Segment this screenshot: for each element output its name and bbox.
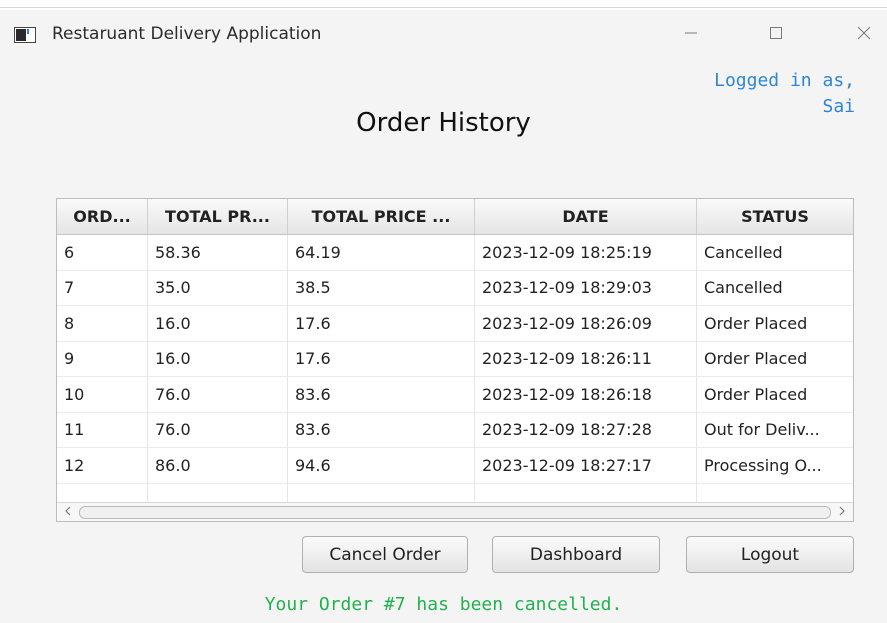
cell-total-price: 35.0	[148, 270, 288, 305]
cell-status: Order Placed	[704, 313, 808, 333]
cell-total-price-with-tax: 83.6	[288, 377, 475, 412]
window-title: Restaruant Delivery Application	[52, 24, 322, 44]
maximize-icon	[768, 25, 784, 45]
cell-status: Cancelled	[704, 242, 783, 262]
top-rule	[0, 7, 887, 8]
order-history-table: ORD... TOTAL PR... TOTAL PRICE ... DATE …	[56, 198, 854, 522]
horizontal-scrollbar[interactable]	[57, 502, 853, 521]
column-header-total-price-with-tax[interactable]: TOTAL PRICE ...	[288, 199, 475, 234]
cell-total-price: 76.0	[148, 412, 288, 447]
table-row[interactable]: 7 35.0 38.5 2023-12-09 18:29:03 Cancelle…	[57, 270, 853, 306]
cell-order-id: 6	[57, 235, 148, 270]
minimize-icon	[683, 25, 699, 45]
status-message: Your Order #7 has been cancelled.	[264, 594, 623, 615]
chevron-right-icon	[838, 505, 846, 519]
top-edge	[0, 0, 887, 10]
column-header-order-id[interactable]: ORD...	[57, 199, 148, 234]
table-header: ORD... TOTAL PR... TOTAL PRICE ... DATE …	[57, 199, 853, 235]
cell-total-price-with-tax: 38.5	[288, 270, 475, 305]
cell-date: 2023-12-09 18:27:28	[475, 412, 697, 447]
cell-date: 2023-12-09 18:29:03	[475, 270, 697, 305]
cell-total-price-with-tax: 17.6	[288, 341, 475, 376]
cell-status: Processing O...	[704, 455, 822, 475]
cell-status: Cancelled	[704, 278, 783, 298]
minimize-button[interactable]	[668, 20, 714, 50]
table-row[interactable]: 6 58.36 64.19 2023-12-09 18:25:19 Cancel…	[57, 235, 853, 271]
cell-total-price-with-tax: 94.6	[288, 448, 475, 483]
dashboard-button[interactable]: Dashboard	[492, 536, 660, 573]
cell-total-price-with-tax: 17.6	[288, 306, 475, 341]
cell-order-id: 9	[57, 341, 148, 376]
cell-total-price: 86.0	[148, 448, 288, 483]
cancel-order-button[interactable]: Cancel Order	[302, 536, 468, 573]
cell-date: 2023-12-09 18:25:19	[475, 235, 697, 270]
table-row[interactable]: 12 86.0 94.6 2023-12-09 18:27:17 Process…	[57, 448, 853, 484]
chevron-left-icon	[64, 505, 72, 519]
maximize-button[interactable]	[753, 20, 799, 50]
cell-order-id: 7	[57, 270, 148, 305]
cell-order-id: 10	[57, 377, 148, 412]
scroll-right-button[interactable]	[833, 504, 851, 520]
cell-total-price-with-tax: 64.19	[288, 235, 475, 270]
cell-order-id: 8	[57, 306, 148, 341]
scrollbar-thumb[interactable]	[79, 506, 831, 519]
column-header-date[interactable]: DATE	[475, 199, 697, 234]
table-row[interactable]: 10 76.0 83.6 2023-12-09 18:26:18 Order P…	[57, 377, 853, 413]
table-row[interactable]: 11 76.0 83.6 2023-12-09 18:27:28 Out for…	[57, 412, 853, 448]
cell-date: 2023-12-09 18:26:11	[475, 341, 697, 376]
column-header-total-price[interactable]: TOTAL PR...	[148, 199, 288, 234]
cell-status: Out for Deliv...	[704, 420, 820, 440]
login-label: Logged in as,	[714, 70, 855, 91]
scroll-left-button[interactable]	[59, 504, 77, 520]
table-row[interactable]: 8 16.0 17.6 2023-12-09 18:26:09 Order Pl…	[57, 306, 853, 342]
logout-button[interactable]: Logout	[686, 536, 854, 573]
cell-date: 2023-12-09 18:26:09	[475, 306, 697, 341]
close-button[interactable]	[841, 20, 887, 50]
cell-date: 2023-12-09 18:27:17	[475, 448, 697, 483]
cell-total-price: 58.36	[148, 235, 288, 270]
column-header-status[interactable]: STATUS	[697, 199, 853, 234]
cell-status: Order Placed	[704, 384, 808, 404]
cell-status: Order Placed	[704, 349, 808, 369]
cell-order-id: 11	[57, 412, 148, 447]
window-app-icon	[14, 27, 36, 43]
cell-total-price: 76.0	[148, 377, 288, 412]
cell-total-price: 16.0	[148, 306, 288, 341]
cell-total-price: 16.0	[148, 341, 288, 376]
page-title: Order History	[356, 108, 531, 138]
close-icon	[856, 25, 872, 45]
table-row[interactable]: 9 16.0 17.6 2023-12-09 18:26:11 Order Pl…	[57, 341, 853, 377]
cell-date: 2023-12-09 18:26:18	[475, 377, 697, 412]
cell-order-id: 12	[57, 448, 148, 483]
cell-total-price-with-tax: 83.6	[288, 412, 475, 447]
title-bar[interactable]: Restaruant Delivery Application	[0, 10, 887, 60]
